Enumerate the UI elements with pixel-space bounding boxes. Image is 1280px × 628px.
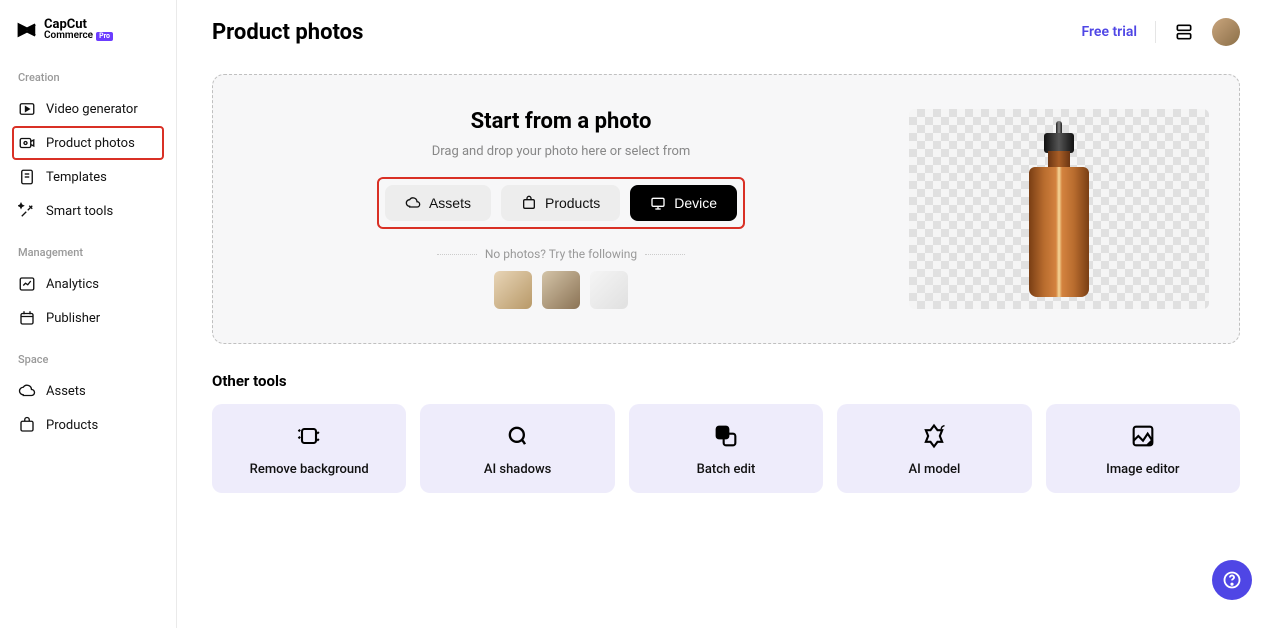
sidebar-item-label: Assets: [46, 384, 86, 399]
help-button[interactable]: [1212, 560, 1252, 600]
divider: [1155, 21, 1156, 43]
sample-palette[interactable]: [542, 271, 580, 309]
cloud-icon: [18, 382, 36, 400]
analytics-icon: [18, 275, 36, 293]
tool-label: AI model: [909, 462, 961, 477]
smart-tools-icon: [18, 202, 36, 220]
pro-badge: Pro: [96, 32, 113, 41]
tool-ai-model[interactable]: AI model: [837, 404, 1031, 493]
help-icon: [1222, 570, 1242, 590]
tool-label: Remove background: [250, 462, 369, 477]
cloud-icon: [405, 195, 421, 211]
page-header: Product photos Free trial: [212, 18, 1240, 46]
source-buttons-group: Assets Products Device: [377, 177, 745, 229]
sidebar-item-products[interactable]: Products: [12, 408, 164, 442]
free-trial-link[interactable]: Free trial: [1081, 24, 1137, 40]
source-label: Device: [674, 195, 717, 211]
source-label: Assets: [429, 195, 471, 211]
sidebar-item-smart-tools[interactable]: Smart tools: [12, 194, 164, 228]
sidebar-item-product-photos[interactable]: Product photos: [12, 126, 164, 160]
tool-label: AI shadows: [484, 462, 552, 477]
tool-label: Image editor: [1106, 462, 1179, 477]
brand-sub: Commerce: [44, 31, 93, 41]
sidebar-item-label: Analytics: [46, 277, 99, 292]
tools-grid: Remove background AI shadows Batch edit …: [212, 404, 1240, 493]
product-photos-icon: [18, 134, 36, 152]
sidebar-item-label: Smart tools: [46, 204, 113, 219]
workspace-icon[interactable]: [1174, 22, 1194, 42]
brand-logo[interactable]: CapCut Commerce Pro: [12, 18, 164, 41]
source-assets-button[interactable]: Assets: [385, 185, 491, 221]
other-tools-heading: Other tools: [212, 372, 1240, 390]
source-label: Products: [545, 195, 600, 211]
nav-heading-creation: Creation: [12, 71, 164, 92]
sidebar-item-analytics[interactable]: Analytics: [12, 267, 164, 301]
sidebar: CapCut Commerce Pro Creation Video gener…: [0, 0, 177, 628]
templates-icon: [18, 168, 36, 186]
source-device-button[interactable]: Device: [630, 185, 737, 221]
source-products-button[interactable]: Products: [501, 185, 620, 221]
main-content: Product photos Free trial Start from a p…: [177, 0, 1280, 628]
sidebar-item-label: Video generator: [46, 102, 138, 117]
dropzone-subtitle: Drag and drop your photo here or select …: [432, 144, 691, 159]
sidebar-item-label: Product photos: [46, 136, 135, 151]
dropzone-title: Start from a photo: [471, 109, 652, 134]
batch-icon: [712, 422, 740, 450]
capcut-logo-icon: [16, 19, 38, 41]
editor-icon: [1129, 422, 1157, 450]
no-photos-hint: No photos? Try the following: [437, 247, 685, 261]
nav-heading-space: Space: [12, 353, 164, 374]
sample-headphones[interactable]: [494, 271, 532, 309]
sample-photos: [494, 271, 628, 309]
upload-dropzone[interactable]: Start from a photo Drag and drop your ph…: [212, 74, 1240, 344]
tool-batch-edit[interactable]: Batch edit: [629, 404, 823, 493]
video-generator-icon: [18, 100, 36, 118]
sidebar-item-video-generator[interactable]: Video generator: [12, 92, 164, 126]
package-icon: [18, 416, 36, 434]
remove-bg-icon: [295, 422, 323, 450]
tool-remove-background[interactable]: Remove background: [212, 404, 406, 493]
sidebar-item-assets[interactable]: Assets: [12, 374, 164, 408]
tool-image-editor[interactable]: Image editor: [1046, 404, 1240, 493]
sample-shirt[interactable]: [590, 271, 628, 309]
product-preview: [909, 109, 1209, 309]
sidebar-item-label: Publisher: [46, 311, 100, 326]
bottle-illustration: [1029, 122, 1089, 297]
sidebar-item-label: Templates: [46, 170, 107, 185]
device-icon: [650, 195, 666, 211]
user-avatar[interactable]: [1212, 18, 1240, 46]
publisher-icon: [18, 309, 36, 327]
page-title: Product photos: [212, 20, 363, 45]
package-icon: [521, 195, 537, 211]
model-icon: [920, 422, 948, 450]
shadows-icon: [504, 422, 532, 450]
tool-ai-shadows[interactable]: AI shadows: [420, 404, 614, 493]
nav-heading-management: Management: [12, 246, 164, 267]
sidebar-item-publisher[interactable]: Publisher: [12, 301, 164, 335]
tool-label: Batch edit: [697, 462, 756, 477]
sidebar-item-templates[interactable]: Templates: [12, 160, 164, 194]
sidebar-item-label: Products: [46, 418, 98, 433]
